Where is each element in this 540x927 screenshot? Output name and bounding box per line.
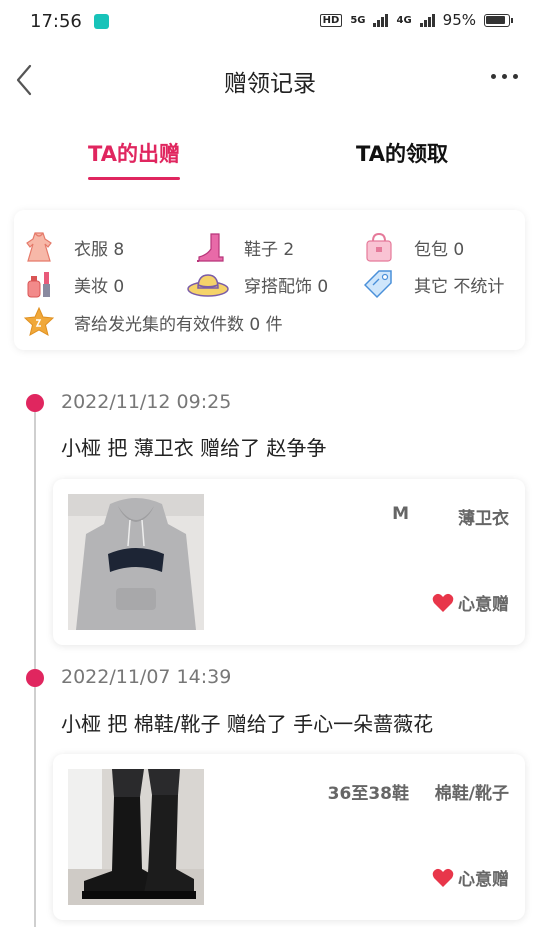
category-shoes-label: 鞋子 2 xyxy=(244,239,295,260)
shine-collection-label: 寄给发光集的有效件数 0 件 xyxy=(74,314,283,335)
navbar: 赠领记录 xyxy=(0,52,540,108)
status-bar: 17:56 HD 5G 4G 95% xyxy=(0,0,540,42)
boots-photo xyxy=(68,769,204,905)
record-date: 2022/11/12 09:25 xyxy=(61,391,232,413)
record-date: 2022/11/07 14:39 xyxy=(61,666,232,688)
hd-icon: HD xyxy=(319,13,343,27)
network-4g-label: 4G xyxy=(396,14,412,26)
tab-received[interactable]: TA的领取 xyxy=(356,138,448,168)
tab-received-label: TA的领取 xyxy=(356,142,448,166)
category-other-label: 其它 不统计 xyxy=(414,276,505,297)
gift-type: 心意赠 xyxy=(432,590,509,615)
record-description: 小桠 把 薄卫衣 赠给了 赵争争 xyxy=(61,436,327,460)
timeline-dot xyxy=(26,394,44,412)
status-time: 17:56 xyxy=(30,10,82,32)
record-card[interactable]: M 薄卫衣 心意赠 xyxy=(53,479,525,645)
category-bags-label: 包包 0 xyxy=(414,239,465,260)
active-tab-indicator xyxy=(88,177,180,180)
category-clothes: 衣服 8 xyxy=(22,230,124,264)
tab-bar: TA的出赠 TA的领取 xyxy=(0,138,540,182)
star-icon xyxy=(22,305,56,339)
makeup-icon xyxy=(22,267,56,301)
timeline-dot xyxy=(26,669,44,687)
battery-icon xyxy=(484,13,513,27)
heart-icon xyxy=(432,868,454,887)
item-size: 36至38鞋 xyxy=(327,784,409,804)
dress-icon xyxy=(22,230,56,264)
item-size: M xyxy=(392,504,409,524)
battery-percent: 95% xyxy=(442,11,476,29)
category-bags: 包包 0 xyxy=(362,230,464,264)
status-indicators: HD 5G 4G 95% xyxy=(319,11,513,29)
record-card[interactable]: 36至38鞋 棉鞋/靴子 心意赠 xyxy=(53,754,525,920)
category-accessories-label: 穿搭配饰 0 xyxy=(244,276,329,297)
more-dots-icon xyxy=(491,74,496,79)
shine-collection-count: 寄给发光集的有效件数 0 件 xyxy=(22,305,283,339)
gift-type: 心意赠 xyxy=(432,865,509,890)
heart-icon xyxy=(432,593,454,612)
signal-icon xyxy=(419,13,435,27)
hat-icon xyxy=(186,267,230,301)
bag-icon xyxy=(362,230,396,264)
app-notification-icon xyxy=(93,13,109,29)
category-clothes-label: 衣服 8 xyxy=(74,239,125,260)
more-menu-button[interactable] xyxy=(491,74,518,79)
category-makeup-label: 美妆 0 xyxy=(74,276,125,297)
gift-type-label: 心意赠 xyxy=(458,870,509,890)
timeline-line xyxy=(34,402,36,927)
record-description: 小桠 把 棉鞋/靴子 赠给了 手心一朵蔷薇花 xyxy=(61,712,434,736)
summary-card: 衣服 8 鞋子 2 包包 0 美妆 0 穿搭配饰 0 其它 不统计 寄给发光集的… xyxy=(14,210,525,350)
item-name: 薄卫衣 xyxy=(458,509,509,529)
tag-icon xyxy=(362,267,396,301)
tab-given[interactable]: TA的出赠 xyxy=(88,138,180,180)
category-other: 其它 不统计 xyxy=(362,267,504,301)
category-makeup: 美妆 0 xyxy=(22,267,124,301)
gift-type-label: 心意赠 xyxy=(458,595,509,615)
page-title: 赠领记录 xyxy=(224,71,316,97)
category-accessories: 穿搭配饰 0 xyxy=(186,267,328,301)
network-5g-label: 5G xyxy=(350,14,366,26)
boot-icon xyxy=(192,230,226,264)
signal-icon xyxy=(373,13,389,27)
item-name: 棉鞋/靴子 xyxy=(434,784,509,804)
tab-given-label: TA的出赠 xyxy=(88,142,180,166)
category-shoes: 鞋子 2 xyxy=(192,230,294,264)
hoodie-photo xyxy=(68,494,204,630)
